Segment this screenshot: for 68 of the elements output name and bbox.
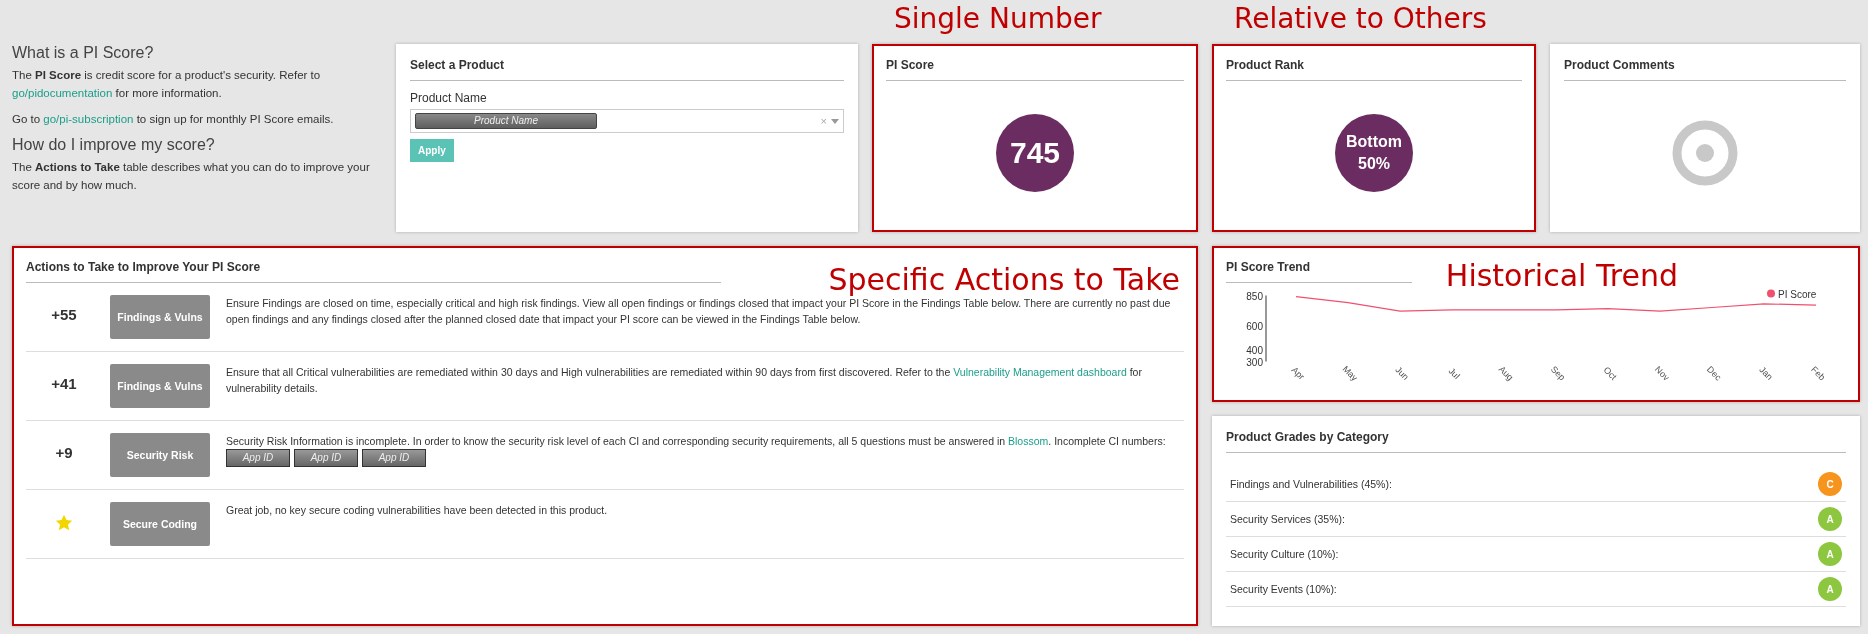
app-id-chip[interactable]: App ID: [226, 449, 290, 467]
x-tick-label: Sep: [1548, 364, 1568, 383]
y-axis: [1265, 295, 1267, 362]
y-tick-label: 300: [1246, 356, 1263, 368]
intro-paragraph: Go to go/pi-subscription to sign up for monthly PI Score emails.: [12, 112, 335, 127]
panel-title: Product Rank: [1226, 52, 1522, 81]
x-tick-label: Apr: [1289, 364, 1307, 382]
annotation-label: Specific Actions to Take: [828, 262, 1180, 297]
x-tick-label: Jan: [1757, 364, 1775, 383]
x-tick-label: Jun: [1393, 364, 1411, 383]
annotation-label: Single Number: [894, 2, 1102, 35]
action-description: Great job, no key secure coding vulnerabilities have been detected in this product.: [226, 503, 609, 518]
y-tick-label: 600: [1246, 320, 1263, 332]
category-tag: Findings & Vulns: [110, 364, 210, 408]
action-description: Security Risk Information is incomplete. In order to know the security risk level of each CI and corresponding security requirements, all 5 questions must be answered in Blossom. Incomplete CI numbers:: [226, 434, 1167, 449]
caret-icon: [831, 118, 839, 124]
annotation-label: Historical Trend: [1445, 258, 1678, 293]
panel-title: Actions to Take to Improve Your PI Score: [26, 254, 721, 283]
x-tick-label: May: [1340, 363, 1360, 383]
x-tick-label: Jul: [1446, 365, 1462, 381]
legend-label: PI Score: [1778, 288, 1817, 300]
y-tick-label: 400: [1246, 344, 1263, 356]
x-tick-label: Feb: [1809, 364, 1828, 383]
legend-dot: [1767, 289, 1775, 298]
score-circle: 745: [996, 113, 1074, 192]
action-description: Ensure Findings are closed on time, especially critical and high risk findings. View all open findings or findings closed that impact your PI Score in the Findings Table below. There are currently no past due open findings and any findings closed after the planned closed date that impact your PI score can be viewed in the Findings Table below.: [226, 296, 1172, 327]
points-value: +41: [50, 374, 78, 392]
category-tag: Secure Coding: [110, 502, 210, 546]
panel-title: Product Comments: [1564, 52, 1846, 81]
action-description: Ensure that all Critical vulnerabilities are remediated within 30 days and High vulnerabilities are remediated within 90 days from first discovered. Refer to the Vulnerability Management dashboard for vulnerability details.: [226, 365, 1143, 396]
section-heading: How do I improve my score?: [12, 136, 216, 154]
points-value: +9: [54, 443, 74, 461]
panel-title: PI Score: [886, 52, 1184, 81]
grade-badge: A: [1818, 577, 1842, 601]
intro-paragraph: The Actions to Take table describes what you can do to improve your score and by how much.: [12, 160, 370, 193]
text-link[interactable]: go/pidocumentation: [12, 87, 113, 99]
x-tick-label: Oct: [1601, 364, 1619, 382]
annotation-label: Relative to Others: [1234, 2, 1487, 35]
star-icon: [55, 514, 73, 532]
y-tick-label: 850: [1246, 290, 1263, 302]
text-link[interactable]: Vulnerability Management dashboard: [953, 366, 1127, 378]
intro-paragraph: The PI Score is credit score for a product's security. Refer to go/pidocumentation for more information.: [12, 68, 322, 101]
product-select[interactable]: Product Name ×: [410, 109, 844, 133]
grade-category: Security Events (10%):: [1230, 583, 1337, 595]
category-tag: Security Risk: [110, 433, 210, 477]
grade-badge: A: [1818, 507, 1842, 531]
app-id-chip[interactable]: App ID: [362, 449, 426, 467]
x-tick-label: Aug: [1496, 364, 1516, 383]
grade-category: Security Culture (10%):: [1230, 548, 1339, 560]
app-id-chip[interactable]: App ID: [294, 449, 358, 467]
rank-circle: Bottom 50%: [1335, 113, 1413, 192]
panel-title: PI Score Trend: [1226, 254, 1412, 283]
text-link[interactable]: go/pi-subscription: [43, 113, 134, 125]
section-heading: What is a PI Score?: [12, 44, 155, 62]
clear-icon[interactable]: ×: [820, 115, 827, 127]
x-tick-label: Dec: [1704, 364, 1724, 383]
panel-title: Select a Product: [410, 52, 844, 81]
points-value: +55: [50, 305, 78, 323]
product-chip[interactable]: Product Name: [415, 113, 597, 129]
grade-badge: C: [1818, 472, 1842, 496]
category-tag: Findings & Vulns: [110, 295, 210, 339]
grade-category: Findings and Vulnerabilities (45%):: [1230, 478, 1392, 490]
x-tick-label: Nov: [1652, 364, 1672, 383]
panel-title: Product Grades by Category: [1226, 424, 1846, 453]
apply-button[interactable]: Apply: [410, 139, 454, 162]
grade-badge: A: [1818, 542, 1842, 566]
field-label: Product Name: [410, 91, 488, 105]
grade-category: Security Services (35%):: [1230, 513, 1345, 525]
